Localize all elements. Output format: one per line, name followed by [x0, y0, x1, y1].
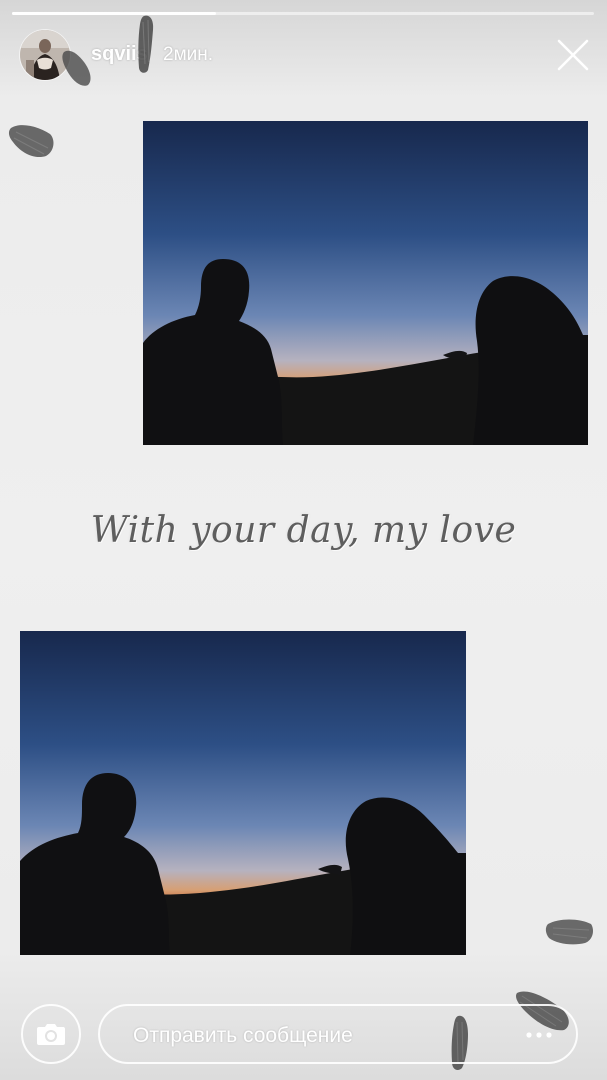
story-progress-fill	[12, 12, 216, 15]
story-photo-top	[143, 121, 588, 445]
camera-icon	[37, 1024, 65, 1045]
close-button[interactable]	[556, 38, 590, 72]
story-progress-bar	[12, 12, 594, 15]
story-caption: With your day, my love	[90, 510, 517, 551]
story-timestamp: 2мин.	[163, 44, 214, 65]
brush-stroke-decoration	[8, 125, 54, 158]
avatar-photo-icon	[20, 30, 70, 80]
send-message-placeholder: Отправить сообщение	[133, 1024, 353, 1047]
story-viewer[interactable]: sqviis 2мин. With your day, my love Отпр…	[0, 0, 607, 1080]
story-photo-bottom	[20, 631, 466, 955]
more-options-icon	[526, 1032, 552, 1038]
send-message-input[interactable]: Отправить сообщение	[98, 1004, 578, 1064]
username[interactable]: sqviis	[91, 43, 148, 66]
camera-button[interactable]	[21, 1004, 81, 1064]
brush-stroke-decoration	[545, 919, 593, 945]
avatar[interactable]	[20, 30, 70, 80]
more-options-button[interactable]	[524, 1023, 554, 1047]
close-icon	[557, 39, 589, 71]
